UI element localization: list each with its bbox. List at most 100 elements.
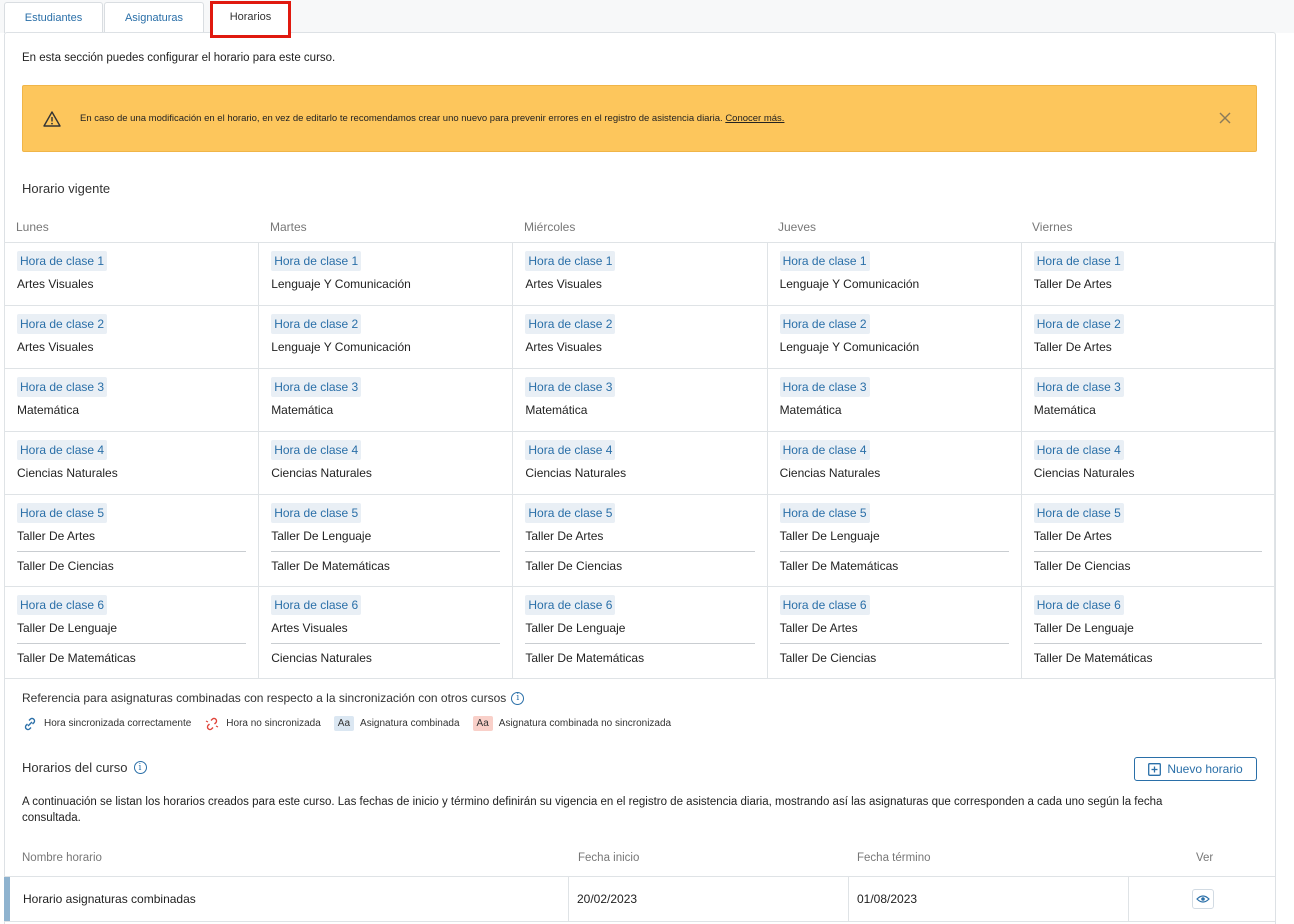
schedule-cell-martes[interactable]: Hora de clase 4 Ciencias Naturales <box>258 432 512 494</box>
tab-horarios[interactable]: Horarios <box>210 1 291 38</box>
legend-item-combined: Aa Asignatura combinada <box>333 716 460 731</box>
schedule-cell-jueves[interactable]: Hora de clase 1 Lenguaje Y Comunicación <box>766 243 1021 305</box>
schedule-cell-lunes[interactable]: Hora de clase 2 Artes Visuales <box>4 306 258 368</box>
class-hour-badge: Hora de clase 3 <box>17 377 108 397</box>
schedule-cell-martes[interactable]: Hora de clase 5 Taller De Lenguaje Taller … <box>258 495 512 586</box>
subject-label: Taller De Artes <box>1033 529 1112 543</box>
class-hour-badge: Hora de clase 3 <box>271 377 362 397</box>
courses-description: A continuación se listan los horarios cr… <box>22 796 1163 824</box>
class-hour-badge: Hora de clase 5 <box>779 503 870 523</box>
subject-label: Taller De Artes <box>779 621 858 635</box>
class-hour-badge: Hora de clase 5 <box>1033 503 1124 523</box>
schedule-cell-jueves[interactable]: Hora de clase 3 Matemática <box>766 369 1021 431</box>
class-hour-badge: Hora de clase 6 <box>271 595 362 615</box>
schedule-cell-jueves[interactable]: Hora de clase 5 Taller De Lenguaje Taller … <box>766 495 1021 586</box>
subject-label: Taller De Matemáticas <box>1033 643 1262 667</box>
legend-label-not-synced: Hora no sincronizada <box>226 718 321 729</box>
schedule-cell-jueves[interactable]: Hora de clase 6 Taller De Artes Taller De … <box>766 587 1021 678</box>
class-hour-badge: Hora de clase 6 <box>1033 595 1124 615</box>
schedule-cell-viernes[interactable]: Hora de clase 4 Ciencias Naturales <box>1020 432 1275 494</box>
schedule-cell-lunes[interactable]: Hora de clase 6 Taller De Lenguaje Taller … <box>4 587 258 678</box>
class-hour-badge: Hora de clase 4 <box>271 440 362 460</box>
current-schedule-title: Horario vigente <box>22 181 111 196</box>
schedule-cell-miercoles[interactable]: Hora de clase 6 Taller De Lenguaje Taller … <box>512 587 766 678</box>
table-row[interactable]: Horario asignaturas combinadas 20/02/202… <box>4 876 1275 922</box>
class-hour-badge: Hora de clase 3 <box>525 377 616 397</box>
link-icon <box>24 717 36 730</box>
schedule-cell-viernes[interactable]: Hora de clase 1 Taller De Artes <box>1020 243 1275 305</box>
tab-asignaturas[interactable]: Asignaturas <box>104 2 204 33</box>
class-hour-badge: Hora de clase 2 <box>1033 314 1124 334</box>
schedule-cell-viernes[interactable]: Hora de clase 3 Matemática <box>1020 369 1275 431</box>
broken-link-icon <box>206 717 219 730</box>
schedule-cell-viernes[interactable]: Hora de clase 6 Taller De Lenguaje Taller … <box>1020 587 1275 678</box>
schedule-cell-martes[interactable]: Hora de clase 2 Lenguaje Y Comunicación <box>258 306 512 368</box>
day-header-jueves: Jueves <box>778 220 817 234</box>
schedule-row: Hora de clase 5 Taller De Artes Taller De … <box>4 495 1275 587</box>
alert-message: En caso de una modificación en el horari… <box>80 113 784 124</box>
learn-more-link[interactable]: Conocer más. <box>725 113 784 124</box>
new-schedule-button[interactable]: Nuevo horario <box>1134 757 1257 781</box>
intro-text: En esta sección puedes configurar el hor… <box>22 52 336 64</box>
subject-label: Ciencias Naturales <box>779 466 881 480</box>
class-hour-badge: Hora de clase 6 <box>525 595 616 615</box>
subject-label: Taller De Lenguaje <box>1033 621 1134 635</box>
column-header-view: Ver <box>1196 852 1214 864</box>
subject-label: Taller De Ciencias <box>525 551 755 575</box>
subject-label: Taller De Lenguaje <box>525 621 626 635</box>
reference-legend: Hora sincronizada correctamente Hora no … <box>22 716 684 731</box>
schedule-cell-martes[interactable]: Hora de clase 3 Matemática <box>258 369 512 431</box>
schedule-cell-viernes[interactable]: Hora de clase 2 Taller De Artes <box>1020 306 1275 368</box>
subject-label: Artes Visuales <box>525 277 602 291</box>
column-header-name: Nombre horario <box>22 852 102 864</box>
schedule-cell-viernes[interactable]: Hora de clase 5 Taller De Artes Taller De … <box>1020 495 1275 586</box>
subject-label: Taller De Matemáticas <box>779 551 1009 575</box>
subject-label: Taller De Ciencias <box>779 643 1009 667</box>
subject-label: Taller De Matemáticas <box>17 643 247 667</box>
schedule-cell-miercoles[interactable]: Hora de clase 1 Artes Visuales <box>512 243 766 305</box>
combined-not-synced-badge: Aa <box>472 716 493 731</box>
schedule-cell-jueves[interactable]: Hora de clase 2 Lenguaje Y Comunicación <box>766 306 1021 368</box>
schedule-cell-lunes[interactable]: Hora de clase 4 Ciencias Naturales <box>4 432 258 494</box>
view-button[interactable] <box>1192 889 1214 909</box>
subject-label: Taller De Matemáticas <box>271 551 501 575</box>
class-hour-badge: Hora de clase 2 <box>525 314 616 334</box>
subject-label: Matemática <box>17 403 80 417</box>
schedule-cell-lunes[interactable]: Hora de clase 1 Artes Visuales <box>4 243 258 305</box>
class-hour-badge: Hora de clase 5 <box>525 503 616 523</box>
close-icon[interactable] <box>1218 111 1232 125</box>
subject-label: Taller De Artes <box>525 529 604 543</box>
class-hour-badge: Hora de clase 3 <box>1033 377 1124 397</box>
tab-estudiantes[interactable]: Estudiantes <box>4 2 103 33</box>
class-hour-badge: Hora de clase 1 <box>525 251 616 271</box>
schedule-cell-miercoles[interactable]: Hora de clase 2 Artes Visuales <box>512 306 766 368</box>
schedule-cell-lunes[interactable]: Hora de clase 5 Taller De Artes Taller De … <box>4 495 258 586</box>
days-header: Lunes Martes Miércoles Jueves Viernes <box>4 220 1276 242</box>
subject-label: Artes Visuales <box>17 340 94 354</box>
info-icon[interactable]: i <box>133 761 147 774</box>
subject-label: Artes Visuales <box>17 277 94 291</box>
legend-label-combined: Asignatura combinada <box>360 718 460 729</box>
schedule-cell-martes[interactable]: Hora de clase 6 Artes Visuales Ciencias Na… <box>258 587 512 678</box>
subject-label: Taller De Artes <box>1033 277 1112 291</box>
class-hour-badge: Hora de clase 1 <box>1033 251 1124 271</box>
schedule-cell-miercoles[interactable]: Hora de clase 4 Ciencias Naturales <box>512 432 766 494</box>
subject-label: Taller De Ciencias <box>1033 551 1262 575</box>
class-hour-badge: Hora de clase 1 <box>779 251 870 271</box>
info-icon[interactable]: i <box>511 691 525 705</box>
schedule-cell-miercoles[interactable]: Hora de clase 3 Matemática <box>512 369 766 431</box>
subject-label: Taller De Ciencias <box>17 551 247 575</box>
class-hour-badge: Hora de clase 4 <box>17 440 108 460</box>
warning-alert: En caso de una modificación en el horari… <box>22 85 1257 152</box>
schedule-row: Hora de clase 3 Matemática Hora de clase 3… <box>4 369 1275 432</box>
subject-label: Matemática <box>525 403 588 417</box>
schedule-cell-miercoles[interactable]: Hora de clase 5 Taller De Artes Taller De … <box>512 495 766 586</box>
schedule-cell-martes[interactable]: Hora de clase 1 Lenguaje Y Comunicación <box>258 243 512 305</box>
schedule-cell-lunes[interactable]: Hora de clase 3 Matemática <box>4 369 258 431</box>
schedule-cell-jueves[interactable]: Hora de clase 4 Ciencias Naturales <box>766 432 1021 494</box>
day-header-miercoles: Miércoles <box>524 220 576 234</box>
class-hour-badge: Hora de clase 1 <box>271 251 362 271</box>
subject-label: Lenguaje Y Comunicación <box>271 340 411 354</box>
schedule-start-date: 20/02/2023 <box>568 877 848 921</box>
class-hour-badge: Hora de clase 4 <box>1033 440 1124 460</box>
